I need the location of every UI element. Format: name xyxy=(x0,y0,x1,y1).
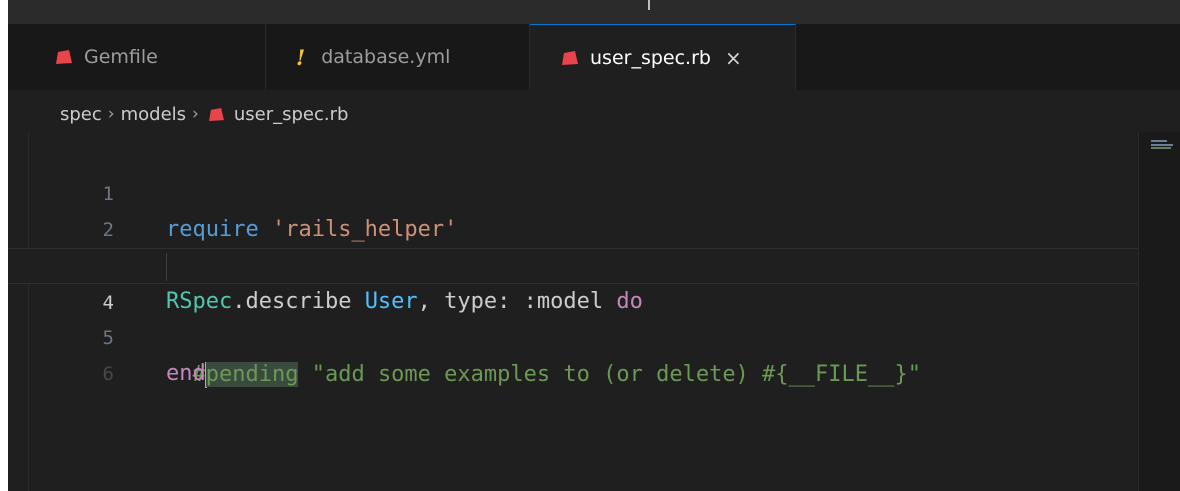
tab-label: user_spec.rb xyxy=(590,46,711,69)
minimap[interactable] xyxy=(1138,132,1180,491)
breadcrumb-item-spec[interactable]: spec xyxy=(60,104,102,125)
tab-user-spec[interactable]: user_spec.rb × xyxy=(530,24,796,90)
code-line[interactable]: 6 xyxy=(8,320,1138,385)
window-left-edge xyxy=(0,0,8,491)
ruby-icon xyxy=(208,107,224,121)
tab-database-yml[interactable]: ! database.yml xyxy=(266,24,530,90)
breadcrumb: spec › models › user_spec.rb xyxy=(60,100,348,128)
tab-label: Gemfile xyxy=(84,46,158,68)
code-line[interactable]: 5 end xyxy=(8,284,1138,386)
close-icon[interactable]: × xyxy=(725,46,742,70)
title-bar xyxy=(0,0,1180,24)
ruby-icon xyxy=(562,50,578,65)
breadcrumb-item-models[interactable]: models xyxy=(121,104,186,125)
breadcrumb-item-file[interactable]: user_spec.rb xyxy=(234,104,349,125)
selection-highlight: pending xyxy=(205,362,299,387)
breadcrumb-separator: › xyxy=(107,104,115,124)
minimap-line xyxy=(1151,144,1173,146)
title-bar-marker xyxy=(648,0,650,10)
code-area[interactable]: 1 require 'rails_helper' 2 3 RSpec.descr… xyxy=(8,140,1138,388)
code-line[interactable]: 2 xyxy=(8,176,1138,241)
code-line[interactable]: 3 RSpec.describe User, type: :model do xyxy=(8,212,1138,314)
yaml-warning-icon: ! xyxy=(296,44,306,70)
code-text: end xyxy=(166,361,206,386)
breadcrumb-separator: › xyxy=(192,104,199,124)
ruby-icon xyxy=(56,50,72,64)
editor-window: Gemfile ! database.yml user_spec.rb × sp… xyxy=(0,0,1180,491)
tab-label: database.yml xyxy=(321,46,451,68)
editor-area[interactable]: spec › models › user_spec.rb 1 require '… xyxy=(8,90,1180,491)
line-number: 6 xyxy=(102,363,114,385)
indent-guide xyxy=(166,253,167,281)
minimap-line xyxy=(1151,140,1167,142)
minimap-line xyxy=(1151,147,1171,149)
tab-bar: Gemfile ! database.yml user_spec.rb × xyxy=(8,24,1180,90)
tab-gemfile[interactable]: Gemfile xyxy=(30,24,266,90)
code-line[interactable]: 1 require 'rails_helper' xyxy=(8,140,1138,242)
code-line-active[interactable]: 4 #pending "add some examples to (or del… xyxy=(8,248,1138,388)
code-text: #pending "add some examples to (or delet… xyxy=(166,362,921,388)
